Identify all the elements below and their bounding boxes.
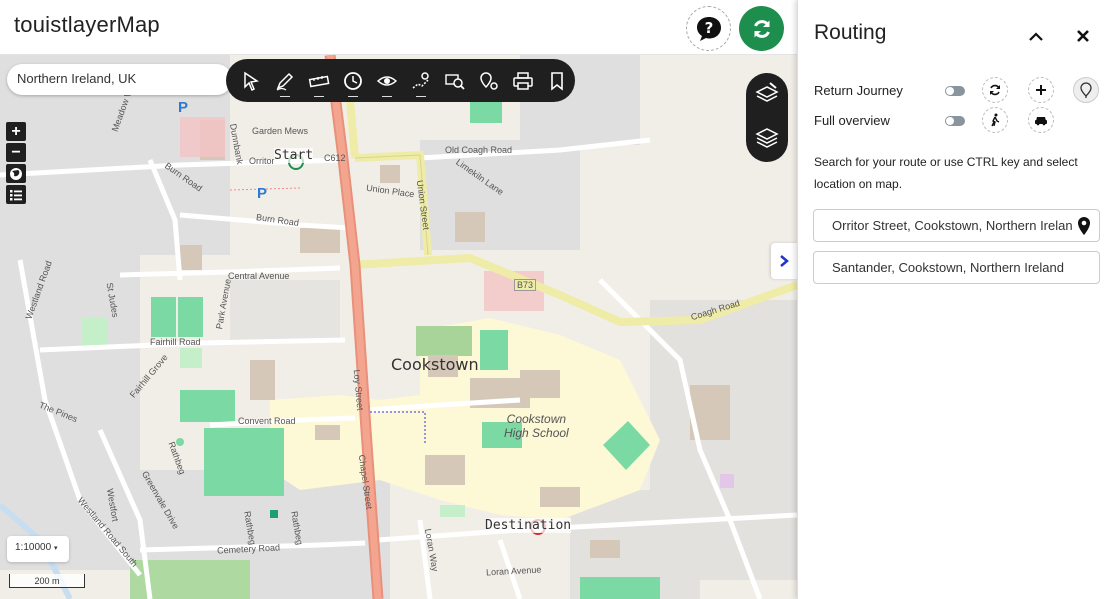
road-label-garden-mews: Garden Mews xyxy=(252,126,309,136)
route-map-icon xyxy=(412,71,429,89)
scale-select-value: 1:10000 xyxy=(15,542,52,553)
map-pin-icon[interactable] xyxy=(1076,216,1092,236)
list-icon xyxy=(10,189,22,200)
scale-bar: 200 m xyxy=(9,574,85,588)
measure-tool-button[interactable] xyxy=(302,64,336,98)
legend-list-button[interactable] xyxy=(6,185,26,204)
layers-panel xyxy=(746,73,788,162)
question-bubble-icon: ? xyxy=(696,16,721,41)
full-overview-label: Full overview xyxy=(814,113,890,128)
marker-outline-icon xyxy=(1080,82,1092,98)
search-map-icon xyxy=(445,73,465,90)
plus-icon xyxy=(1036,85,1046,95)
swap-icon xyxy=(990,84,1000,96)
eye-icon xyxy=(376,75,398,86)
view-tool-caret xyxy=(382,94,392,97)
time-tool-caret xyxy=(348,94,358,97)
driving-mode-button[interactable] xyxy=(1028,107,1054,133)
school-label-line2: High School xyxy=(504,426,569,440)
add-waypoint-button[interactable] xyxy=(1028,77,1054,103)
car-icon xyxy=(1035,117,1047,126)
poi-icon xyxy=(480,71,498,90)
route-to-input[interactable] xyxy=(813,251,1100,284)
app-title: touistlayerMap xyxy=(14,12,160,37)
start-label: Start xyxy=(274,148,314,163)
route-tool-button[interactable] xyxy=(404,64,438,98)
routing-hint-text: Search for your route or use CTRL key an… xyxy=(814,155,1078,191)
scale-select[interactable]: 1:10000 ▾ xyxy=(7,536,69,562)
layers-style-button[interactable] xyxy=(754,80,780,111)
draw-icon xyxy=(276,72,294,91)
time-tool-button[interactable] xyxy=(336,64,370,98)
walking-icon xyxy=(991,113,1000,127)
app-root: touistlayerMap ? P P Old Coagh Road Coag… xyxy=(0,0,1112,599)
return-journey-toggle[interactable] xyxy=(945,86,965,96)
time-icon xyxy=(344,71,362,90)
map-toolbar xyxy=(226,59,575,102)
view-tool-button[interactable] xyxy=(370,64,404,98)
return-journey-label: Return Journey xyxy=(814,83,903,98)
help-button[interactable]: ? xyxy=(686,6,731,51)
reverse-route-button[interactable] xyxy=(982,77,1008,103)
walking-mode-button[interactable] xyxy=(982,107,1008,133)
road-label-orritor: Orritor xyxy=(249,156,275,166)
destination-label: Destination xyxy=(485,518,572,533)
draw-tool-caret xyxy=(280,94,290,97)
measure-tool-caret xyxy=(314,94,324,97)
map-canvas[interactable]: P P Old Coagh Road Coagh Road Union Stre… xyxy=(0,55,797,599)
select-tool-button[interactable] xyxy=(234,64,268,98)
app-header: touistlayerMap ? xyxy=(0,0,797,55)
zoom-in-button[interactable]: + xyxy=(6,122,26,141)
bookmark-button[interactable] xyxy=(540,64,574,98)
chevron-up-icon[interactable] xyxy=(1026,27,1046,47)
road-label-convent: Convent Road xyxy=(238,416,296,426)
draw-tool-button[interactable] xyxy=(268,64,302,98)
routing-title: Routing xyxy=(814,21,887,44)
measure-icon xyxy=(308,75,330,87)
road-label-b73: B73 xyxy=(514,279,537,291)
chevron-right-icon xyxy=(780,255,789,267)
chevron-down-icon: ▾ xyxy=(53,545,58,552)
bookmark-icon xyxy=(551,71,563,91)
globe-icon xyxy=(10,167,22,180)
svg-text:P: P xyxy=(178,99,188,116)
routing-panel: Routing Return Journey Full overview Sea… xyxy=(797,0,1112,599)
map-zoom-controls: + − xyxy=(6,122,26,204)
location-search-input[interactable]: Northern Ireland, UK xyxy=(7,64,232,95)
road-label-fairhill: Fairhill Road xyxy=(150,337,201,347)
print-button[interactable] xyxy=(506,64,540,98)
poi-tool-button[interactable] xyxy=(472,64,506,98)
full-overview-toggle[interactable] xyxy=(945,116,965,126)
road-label-c612: C612 xyxy=(324,153,346,163)
school-label: Cookstown High School xyxy=(504,412,569,440)
close-icon[interactable] xyxy=(1074,27,1092,45)
search-map-button[interactable] xyxy=(438,64,472,98)
layers-brush-icon xyxy=(755,81,779,102)
school-label-line1: Cookstown xyxy=(506,412,567,426)
svg-text:P: P xyxy=(257,185,267,202)
print-icon xyxy=(513,71,533,90)
globe-button[interactable] xyxy=(6,164,26,183)
layers-icon xyxy=(755,128,779,149)
route-from-input[interactable] xyxy=(813,209,1100,242)
panel-toggle-button[interactable] xyxy=(771,243,797,279)
refresh-icon xyxy=(753,19,770,38)
town-label: Cookstown xyxy=(391,355,479,374)
road-label-central-ave: Central Avenue xyxy=(228,271,290,281)
zoom-out-button[interactable]: − xyxy=(6,143,26,162)
location-marker-button[interactable] xyxy=(1073,77,1099,103)
refresh-button[interactable] xyxy=(739,6,784,51)
cursor-icon xyxy=(244,71,259,91)
layers-button[interactable] xyxy=(754,124,780,155)
route-tool-caret xyxy=(416,94,426,97)
road-label-old-coagh: Old Coagh Road xyxy=(445,145,513,155)
svg-text:?: ? xyxy=(704,19,713,37)
